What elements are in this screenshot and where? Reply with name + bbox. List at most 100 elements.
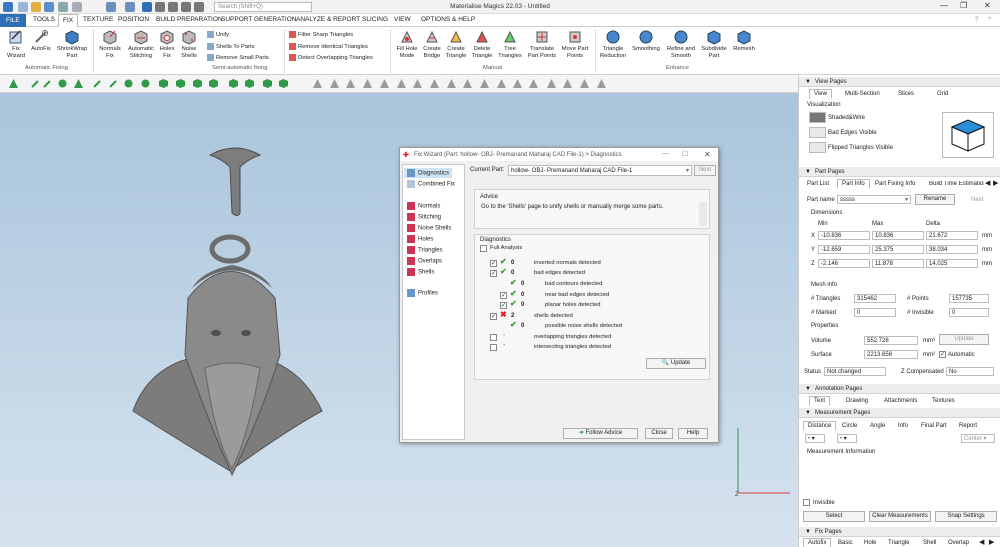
- surface-value[interactable]: 2213.656: [864, 350, 918, 359]
- tab-build-time-estimation[interactable]: Build Time Estimation: [929, 181, 984, 187]
- rename-button[interactable]: Rename: [915, 194, 955, 205]
- shaded-wire-icon[interactable]: [809, 112, 826, 123]
- tool-gray-triangle4-icon[interactable]: [362, 78, 373, 89]
- advice-scrollbar[interactable]: [699, 202, 707, 226]
- tool-gray-triangle11-icon[interactable]: [479, 78, 490, 89]
- fix-tab-scroll-right-icon[interactable]: ▶: [989, 538, 994, 546]
- autofix-button[interactable]: AutoFix: [29, 29, 53, 53]
- tab-circle[interactable]: Circle: [842, 423, 857, 429]
- unify-button[interactable]: Unify: [207, 31, 229, 38]
- dialog-maximize-icon[interactable]: ☐: [682, 150, 688, 158]
- dim-z-min[interactable]: -2.146: [818, 259, 870, 268]
- center-select[interactable]: Center ▾: [961, 434, 995, 443]
- triangle-reduction-button[interactable]: Triangle Reduction: [598, 29, 628, 59]
- holes-fix-button[interactable]: Holes Fix: [157, 29, 177, 59]
- tool-gray-triangle18-icon[interactable]: [596, 78, 607, 89]
- overlapping-triangles-checkbox[interactable]: [490, 334, 497, 341]
- update-button[interactable]: 🔍 Update: [646, 358, 706, 369]
- tool-leaf2-icon[interactable]: [123, 78, 134, 89]
- dialog-close-icon[interactable]: ✕: [704, 150, 711, 159]
- marked-value[interactable]: 0: [854, 308, 896, 317]
- smoothing-button[interactable]: Smoothing: [630, 29, 662, 53]
- next-part-button[interactable]: Next: [971, 197, 983, 203]
- tab-shell[interactable]: Shell: [923, 540, 936, 546]
- tab-view[interactable]: View: [809, 89, 832, 99]
- nav-combined-fix[interactable]: Combined Fix: [407, 180, 455, 188]
- tool-cube4-icon[interactable]: [208, 78, 219, 89]
- tab-info[interactable]: Info: [898, 423, 908, 429]
- shells-to-parts-button[interactable]: Shells To Parts: [207, 43, 255, 50]
- tree-triangles-button[interactable]: Tree Triangles: [496, 29, 524, 59]
- tab-part-list[interactable]: Part List: [807, 181, 829, 187]
- planar-holes-checkbox[interactable]: ✓: [500, 302, 507, 309]
- tab-text[interactable]: Text: [809, 396, 831, 406]
- fix-wizard-button[interactable]: Fix Wizard: [4, 29, 28, 59]
- snap-settings-button[interactable]: Snap Settings: [935, 511, 997, 522]
- inverted-normals-checkbox[interactable]: ✓: [490, 260, 497, 267]
- remove-identical-triangles-button[interactable]: Remove Identical Triangles: [289, 43, 368, 50]
- tab-final-part[interactable]: Final Part: [921, 423, 947, 429]
- bad-edges-visible-icon[interactable]: [809, 127, 826, 138]
- delete-triangle-button[interactable]: Delete Triangle: [470, 29, 494, 59]
- remesh-button[interactable]: Remesh: [731, 29, 757, 53]
- tool-gray-triangle7-icon[interactable]: [412, 78, 423, 89]
- tool-cube8-icon[interactable]: [278, 78, 289, 89]
- next-button[interactable]: Next: [694, 165, 716, 176]
- menu-texture[interactable]: TEXTURE: [83, 16, 113, 23]
- tab-distance[interactable]: Distance: [803, 421, 837, 431]
- dim-y-min[interactable]: -12.659: [818, 245, 870, 254]
- tab-hole[interactable]: Hole: [864, 540, 876, 546]
- nav-holes[interactable]: Holes: [407, 235, 433, 243]
- subdivide-part-button[interactable]: Subdivide Part: [700, 29, 728, 59]
- tab-report[interactable]: Report: [959, 423, 977, 429]
- tool-triangle-icon[interactable]: [8, 78, 19, 89]
- dialog-minimize-icon[interactable]: —: [662, 150, 669, 157]
- tool-cube-icon[interactable]: [158, 78, 169, 89]
- full-analysis-checkbox[interactable]: [480, 245, 487, 252]
- menu-build-preparation[interactable]: BUILD PREPARATION: [156, 16, 223, 23]
- view-pages-header[interactable]: ▼ View Pages: [799, 77, 1000, 87]
- tool-gray-triangle17-icon[interactable]: [579, 78, 590, 89]
- menu-fix[interactable]: FIX: [58, 14, 79, 28]
- dim-x-max[interactable]: 10.836: [872, 231, 924, 240]
- tab-scroll-left-icon[interactable]: ◀: [985, 179, 990, 187]
- tool-cube3-icon[interactable]: [192, 78, 203, 89]
- tool-gray-triangle-icon[interactable]: [312, 78, 323, 89]
- tool-wrench2-icon[interactable]: [42, 78, 53, 89]
- tool-gray-triangle12-icon[interactable]: [496, 78, 507, 89]
- noise-shells-button[interactable]: Noise Shells: [179, 29, 199, 59]
- tool-gray-triangle6-icon[interactable]: [396, 78, 407, 89]
- dim-z-max[interactable]: 11.878: [872, 259, 924, 268]
- tool-gray-triangle3-icon[interactable]: [345, 78, 356, 89]
- intersecting-triangles-checkbox[interactable]: [490, 344, 497, 351]
- tab-attachments[interactable]: Attachments: [884, 398, 917, 404]
- help-button[interactable]: Help: [678, 428, 708, 439]
- create-bridge-button[interactable]: Create Bridge: [420, 29, 444, 59]
- tool-gray-triangle16-icon[interactable]: [562, 78, 573, 89]
- fill-hole-mode-button[interactable]: Fill Hole Mode: [394, 29, 420, 59]
- filter-sharp-triangles-button[interactable]: Filter Sharp Triangles: [289, 31, 353, 38]
- tab-autofix[interactable]: Autofix: [803, 538, 832, 547]
- menu-analyze-report[interactable]: ANALYZE & REPORT: [296, 16, 360, 23]
- dim-x-delta[interactable]: 21.672: [926, 231, 978, 240]
- tool-leaf-icon[interactable]: [57, 78, 68, 89]
- tool-check-icon[interactable]: [140, 78, 151, 89]
- points-value[interactable]: 157735: [949, 294, 989, 303]
- menu-options-help[interactable]: OPTIONS & HELP: [421, 16, 475, 23]
- tool-wrench4-icon[interactable]: [108, 78, 119, 89]
- automatic-checkbox[interactable]: ✓: [939, 351, 946, 358]
- collapse-ribbon-icon[interactable]: ^: [988, 16, 991, 23]
- menu-position[interactable]: POSITION: [118, 16, 149, 23]
- translate-part-points-button[interactable]: Translate Part Points: [526, 29, 558, 59]
- tab-textures[interactable]: Textures: [932, 398, 955, 404]
- annotation-pages-header[interactable]: ▼ Annotation Pages: [799, 384, 1000, 394]
- tab-slices[interactable]: Slices: [898, 91, 914, 97]
- tool-wrench-icon[interactable]: [30, 78, 41, 89]
- tool-gray-triangle14-icon[interactable]: [528, 78, 539, 89]
- select-button[interactable]: Select: [803, 511, 865, 522]
- bad-edges-checkbox[interactable]: ✓: [490, 270, 497, 277]
- tab-grid[interactable]: Grid: [937, 91, 948, 97]
- tool-triangle2-icon[interactable]: [73, 78, 84, 89]
- create-triangle-button[interactable]: Create Triangle: [444, 29, 468, 59]
- minimize-icon[interactable]: —: [940, 1, 948, 10]
